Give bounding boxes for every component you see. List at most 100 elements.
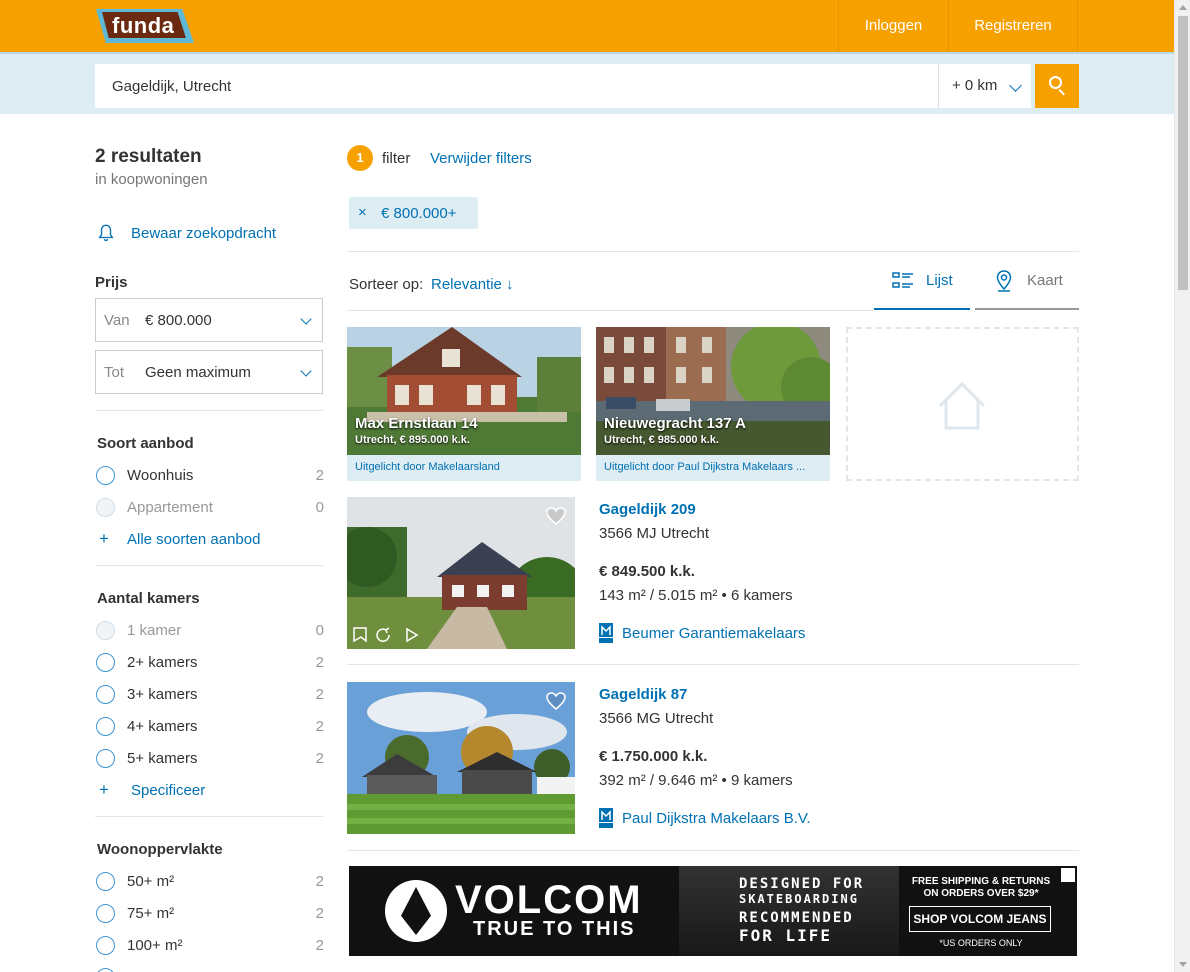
listing-zip-city: 3566 MG Utrecht xyxy=(599,710,714,727)
scroll-down-icon[interactable] xyxy=(1179,962,1187,967)
option-count: 2 xyxy=(315,654,324,671)
ad-shipping: FREE SHIPPING & RETURNS ON ORDERS OVER $… xyxy=(911,876,1051,899)
radio-button[interactable] xyxy=(96,872,115,891)
offer-option-woonhuis[interactable]: Woonhuis 2 xyxy=(96,464,324,486)
option-count: 0 xyxy=(315,622,324,639)
radio-button[interactable] xyxy=(96,749,115,768)
radio-button[interactable] xyxy=(96,968,115,972)
sort-select[interactable]: Relevantie ↓ xyxy=(431,276,514,293)
featured-card[interactable]: Max Ernstlaan 14 Utrecht, € 895.000 k.k.… xyxy=(347,327,581,481)
funda-logo[interactable]: funda xyxy=(96,9,194,43)
divider xyxy=(347,251,1079,252)
living-area-title: Woonoppervlakte xyxy=(97,841,223,858)
ad-banner[interactable]: VOLCOM TRUE TO THIS DESIGNED FOR SKATEBO… xyxy=(349,866,1077,956)
register-button[interactable]: Registreren xyxy=(948,0,1078,52)
option-label: Woonhuis xyxy=(127,467,194,484)
featured-placeholder xyxy=(846,327,1079,481)
divider xyxy=(95,816,323,817)
radio-button[interactable] xyxy=(96,936,115,955)
plus-icon: + xyxy=(99,529,109,548)
featured-by: Uitgelicht door Makelaarsland xyxy=(347,455,581,481)
page-scrollbar[interactable] xyxy=(1174,0,1190,972)
scrollbar-thumb[interactable] xyxy=(1178,16,1188,290)
listing-price: € 849.500 k.k. xyxy=(599,563,695,580)
search-icon xyxy=(1049,76,1062,89)
price-to-value: Geen maximum xyxy=(145,364,251,381)
listing-address[interactable]: Gageldijk 87 xyxy=(599,686,687,703)
price-from-value: € 800.000 xyxy=(145,312,212,329)
option-label: 3+ kamers xyxy=(127,686,198,703)
listing-photo[interactable] xyxy=(347,682,575,834)
option-label: 2+ kamers xyxy=(127,654,198,671)
ad-shop-button[interactable]: SHOP VOLCOM JEANS xyxy=(909,906,1051,932)
ad-line-1: DESIGNED FOR xyxy=(739,876,865,892)
price-to-select[interactable]: Tot Geen maximum xyxy=(95,350,323,394)
rooms-title: Aantal kamers xyxy=(97,590,200,607)
save-search-label: Bewaar zoekopdracht xyxy=(131,225,277,242)
result-count: 2 resultaten xyxy=(95,146,202,167)
featured-by: Uitgelicht door Paul Dijkstra Makelaars … xyxy=(596,455,830,481)
adchoices-icon[interactable] xyxy=(1061,868,1075,882)
radio-button[interactable] xyxy=(96,904,115,923)
listing-specs: 143 m² / 5.015 m² • 6 kamers xyxy=(599,587,793,604)
radio-button[interactable] xyxy=(96,685,115,704)
scroll-up-icon[interactable] xyxy=(1179,5,1187,10)
heart-icon[interactable] xyxy=(545,690,567,712)
radius-select[interactable]: + 0 km xyxy=(938,64,1031,108)
featured-card[interactable]: Nieuwegracht 137 A Utrecht, € 985.000 k.… xyxy=(596,327,830,481)
radio-button[interactable] xyxy=(96,717,115,736)
volcom-logo-icon xyxy=(385,880,447,942)
divider xyxy=(347,664,1079,665)
offer-type-title: Soort aanbod xyxy=(97,435,194,452)
house-icon xyxy=(938,381,986,430)
ad-brand: VOLCOM xyxy=(455,878,643,922)
tab-list-label: Lijst xyxy=(926,272,953,289)
price-from-prefix: Van xyxy=(104,312,130,329)
active-filter-chip[interactable]: × € 800.000+ xyxy=(349,197,478,229)
search-input[interactable] xyxy=(95,64,938,108)
tab-map-view[interactable]: Kaart xyxy=(975,262,1079,310)
option-label: 75+ m² xyxy=(127,905,175,922)
rooms-option-5[interactable]: 5+ kamers 2 xyxy=(96,747,324,769)
rooms-option-2[interactable]: 2+ kamers 2 xyxy=(96,651,324,673)
area-option-50[interactable]: 50+ m² 2 xyxy=(96,870,324,892)
heart-icon[interactable] xyxy=(545,505,567,527)
featured-subtitle: Utrecht, € 985.000 k.k. xyxy=(604,434,719,446)
ad-note: *US ORDERS ONLY xyxy=(939,938,1023,948)
tab-list-view[interactable]: Lijst xyxy=(874,262,970,310)
option-count: 2 xyxy=(315,718,324,735)
option-label: Appartement xyxy=(127,499,213,516)
close-icon[interactable]: × xyxy=(358,204,367,221)
rooms-option-3[interactable]: 3+ kamers 2 xyxy=(96,683,324,705)
search-bar: + 0 km xyxy=(0,52,1174,114)
area-option-100[interactable]: 100+ m² 2 xyxy=(96,934,324,956)
sort-label: Sorteer op: xyxy=(349,276,424,293)
logo-text: funda xyxy=(112,13,175,38)
listing-zip-city: 3566 MJ Utrecht xyxy=(599,525,710,542)
area-option-75[interactable]: 75+ m² 2 xyxy=(96,902,324,924)
option-count: 2 xyxy=(315,686,324,703)
area-option-partial[interactable] xyxy=(96,966,324,972)
listing-address[interactable]: Gageldijk 209 xyxy=(599,501,696,518)
radio-button[interactable] xyxy=(96,466,115,485)
login-button[interactable]: Inloggen xyxy=(838,0,948,52)
price-to-prefix: Tot xyxy=(104,364,125,381)
listing-photo[interactable] xyxy=(347,497,575,649)
radius-value: + 0 km xyxy=(952,77,998,94)
agent-name: Beumer Garantiemakelaars xyxy=(622,625,806,642)
divider xyxy=(95,410,323,411)
option-label: 100+ m² xyxy=(127,937,183,954)
nvm-logo-icon xyxy=(599,623,613,643)
divider xyxy=(347,850,1079,851)
radio-button xyxy=(96,498,115,517)
price-from-select[interactable]: Van € 800.000 xyxy=(95,298,323,342)
option-count: 2 xyxy=(315,467,324,484)
listing-price: € 1.750.000 k.k. xyxy=(599,748,708,765)
chevron-down-icon xyxy=(300,365,312,377)
nvm-logo-icon xyxy=(599,808,613,828)
remove-filters-link[interactable]: Verwijder filters xyxy=(430,150,532,167)
radio-button[interactable] xyxy=(96,653,115,672)
rooms-option-4[interactable]: 4+ kamers 2 xyxy=(96,715,324,737)
play-icon xyxy=(406,627,419,643)
search-button[interactable] xyxy=(1035,64,1079,108)
